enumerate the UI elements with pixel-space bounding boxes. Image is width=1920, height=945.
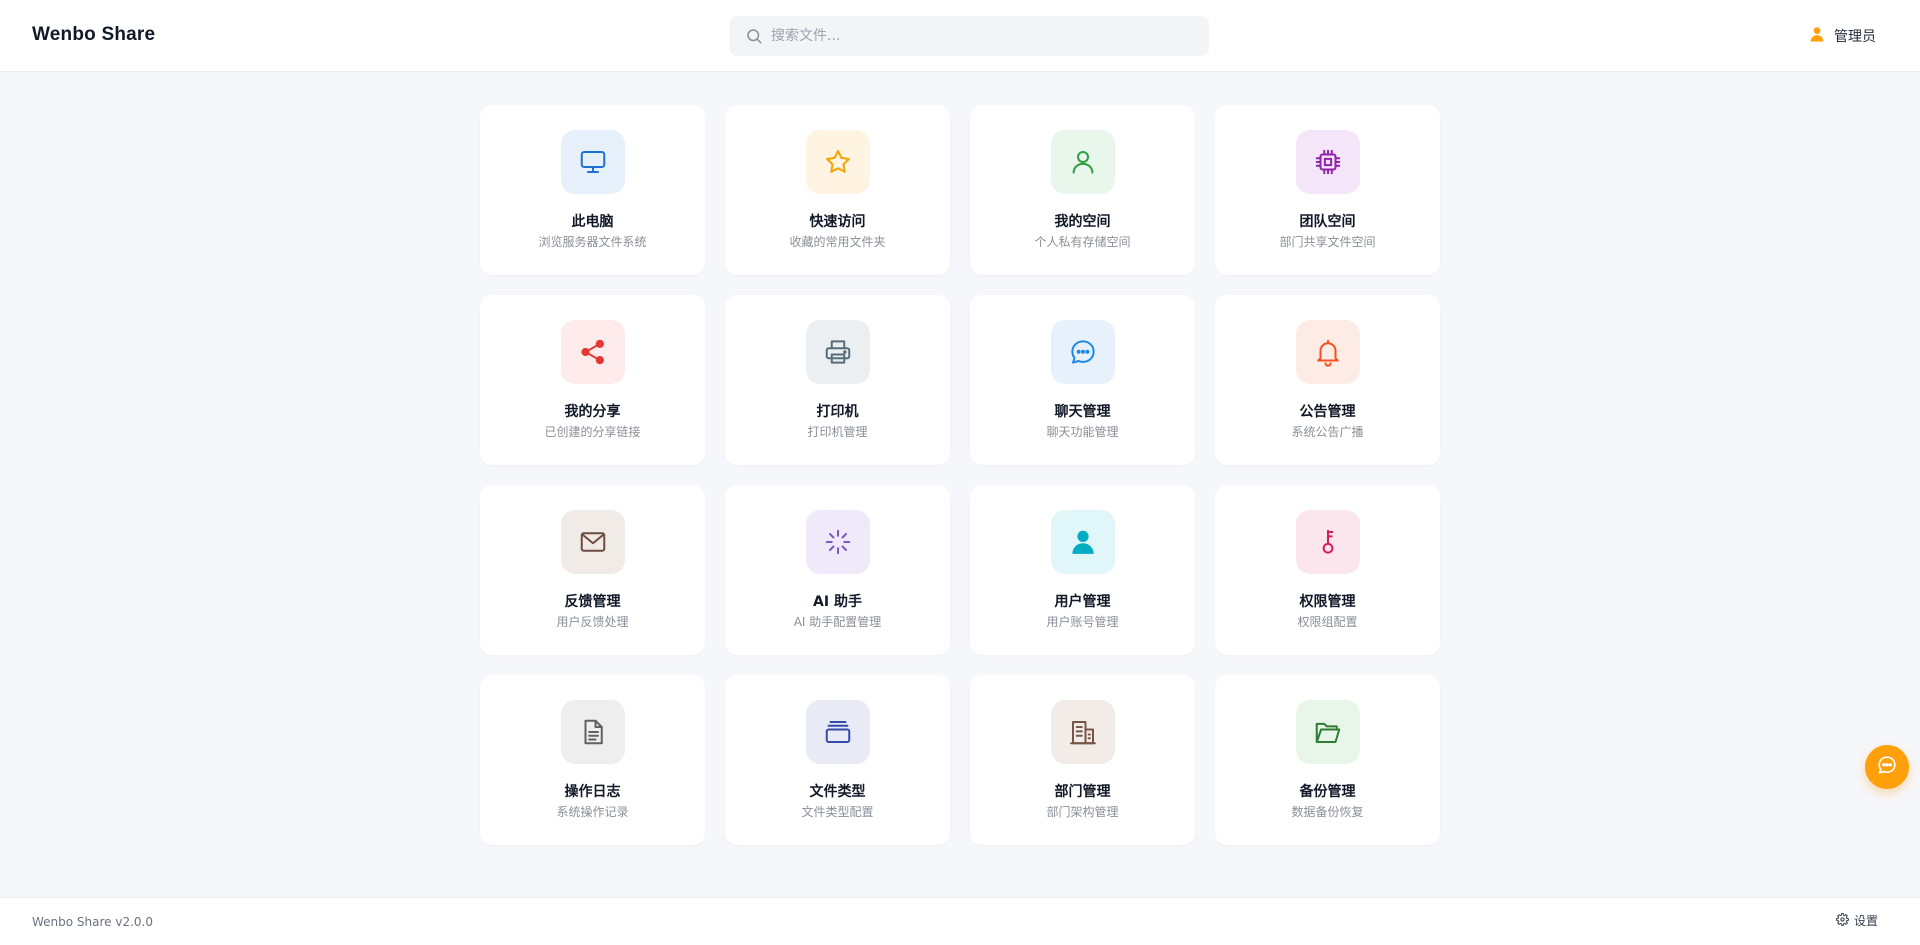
card-title: 团队空间: [1299, 214, 1356, 230]
card-icon-box: [1051, 320, 1115, 384]
user-outline-icon: [1072, 151, 1094, 174]
card-description: 已创建的分享链接: [544, 425, 641, 439]
user-avatar-icon: [1808, 25, 1826, 47]
card-description: 权限组配置: [1297, 615, 1358, 629]
card-title: 我的空间: [1054, 214, 1111, 230]
card-description: 数据备份恢复: [1291, 805, 1364, 819]
building-icon: [1070, 721, 1096, 745]
footer: Wenbo Share v2.0.0 设置: [0, 897, 1920, 945]
card-description: 个人私有存储空间: [1034, 235, 1131, 249]
card-department-management[interactable]: 部门管理部门架构管理: [970, 675, 1195, 845]
card-description: 部门架构管理: [1046, 805, 1119, 819]
card-description: 用户账号管理: [1046, 615, 1119, 629]
card-icon-box: [1296, 320, 1360, 384]
card-announcement-management[interactable]: 公告管理系统公告广播: [1215, 295, 1440, 465]
card-description: 浏览服务器文件系统: [538, 235, 647, 249]
key-icon: [1322, 529, 1334, 554]
card-description: 收藏的常用文件夹: [789, 235, 886, 249]
user-solid-icon: [1072, 530, 1094, 554]
card-icon-box: [1051, 700, 1115, 764]
card-title: 此电脑: [571, 214, 614, 230]
card-feedback-management[interactable]: 反馈管理用户反馈处理: [480, 485, 705, 655]
card-title: AI 助手: [813, 594, 862, 610]
card-this-pc[interactable]: 此电脑浏览服务器文件系统: [480, 105, 705, 275]
card-icon-box: [806, 320, 870, 384]
document-icon: [584, 719, 603, 745]
card-title: 操作日志: [564, 784, 621, 800]
gear-icon: [1835, 912, 1849, 929]
card-quick-access[interactable]: 快速访问收藏的常用文件夹: [725, 105, 950, 275]
card-title: 备份管理: [1299, 784, 1356, 800]
search-icon: [745, 27, 763, 45]
card-title: 快速访问: [809, 214, 866, 230]
card-operation-log[interactable]: 操作日志系统操作记录: [480, 675, 705, 845]
card-title: 文件类型: [809, 784, 866, 800]
mail-icon: [580, 532, 606, 552]
card-description: 部门共享文件空间: [1279, 235, 1376, 249]
brand-logo[interactable]: Wenbo Share: [32, 24, 155, 46]
card-title: 我的分享: [564, 404, 621, 420]
chat-fab-button[interactable]: [1865, 745, 1909, 789]
chip-icon: [1315, 149, 1341, 175]
card-icon-box: [561, 320, 625, 384]
printer-icon: [825, 340, 851, 364]
card-description: 聊天功能管理: [1046, 425, 1119, 439]
card-chat-management[interactable]: 聊天管理聊天功能管理: [970, 295, 1195, 465]
card-printer[interactable]: 打印机 打印机管理: [725, 295, 950, 465]
card-icon-box: [1051, 510, 1115, 574]
sparkle-icon: [825, 529, 851, 555]
card-icon-box: [806, 130, 870, 194]
chat-bubble-icon: [1876, 754, 1898, 780]
bell-icon: [1317, 339, 1339, 367]
card-icon-box: [806, 700, 870, 764]
search-bar[interactable]: [729, 16, 1209, 56]
card-icon-box: [561, 700, 625, 764]
card-backup-management[interactable]: 备份管理数据备份恢复: [1215, 675, 1440, 845]
card-team-space[interactable]: 团队空间部门共享文件空间: [1215, 105, 1440, 275]
card-description: 文件类型配置: [801, 805, 874, 819]
card-description: 用户反馈处理: [556, 615, 629, 629]
card-icon-box: [561, 510, 625, 574]
settings-label: 设置: [1853, 914, 1878, 928]
monitor-icon: [580, 151, 606, 173]
card-description: AI 助手配置管理: [793, 615, 882, 629]
card-icon-box: [1296, 700, 1360, 764]
card-user-management[interactable]: 用户管理用户账号管理: [970, 485, 1195, 655]
card-icon-box: [1296, 510, 1360, 574]
version-label: Wenbo Share v2.0.0: [32, 915, 154, 929]
layers-icon: [825, 721, 851, 743]
share-icon: [581, 339, 604, 365]
top-header: Wenbo Share 管理员: [0, 0, 1920, 72]
chat-icon: [1071, 340, 1095, 364]
card-file-types[interactable]: 文件类型文件类型配置: [725, 675, 950, 845]
card-icon-box: [561, 130, 625, 194]
card-icon-box: [806, 510, 870, 574]
card-icon-box: [1051, 130, 1115, 194]
card-my-space[interactable]: 我的空间个人私有存储空间: [970, 105, 1195, 275]
user-menu[interactable]: 管理员: [1808, 24, 1876, 48]
card-permission-management[interactable]: 权限管理 权限组配置: [1215, 485, 1440, 655]
card-title: 用户管理: [1054, 594, 1111, 610]
card-title: 权限管理: [1299, 594, 1356, 610]
card-title: 打印机: [816, 404, 859, 420]
card-title: 部门管理: [1054, 784, 1111, 800]
star-icon: [826, 150, 850, 173]
card-icon-box: [1296, 130, 1360, 194]
feature-grid: 此电脑 浏览服务器文件系统 快速访问 收藏的常用文件夹 我的空间 个人私有存储空间 团队空间…: [480, 105, 1440, 845]
card-description: 打印机管理: [807, 425, 868, 439]
card-description: 系统公告广播: [1291, 425, 1364, 439]
card-ai-assistant[interactable]: AI 助手 AI 助手配置管理: [725, 485, 950, 655]
search-input[interactable]: [771, 16, 1191, 56]
card-title: 聊天管理: [1054, 404, 1111, 420]
card-description: 系统操作记录: [556, 805, 629, 819]
card-title: 公告管理: [1299, 404, 1356, 420]
user-name: 管理员: [1834, 29, 1876, 45]
settings-link[interactable]: 设置: [1835, 912, 1878, 929]
card-my-share[interactable]: 我的分享已创建的分享链接: [480, 295, 705, 465]
folder-open-icon: [1315, 722, 1341, 743]
card-title: 反馈管理: [564, 594, 621, 610]
